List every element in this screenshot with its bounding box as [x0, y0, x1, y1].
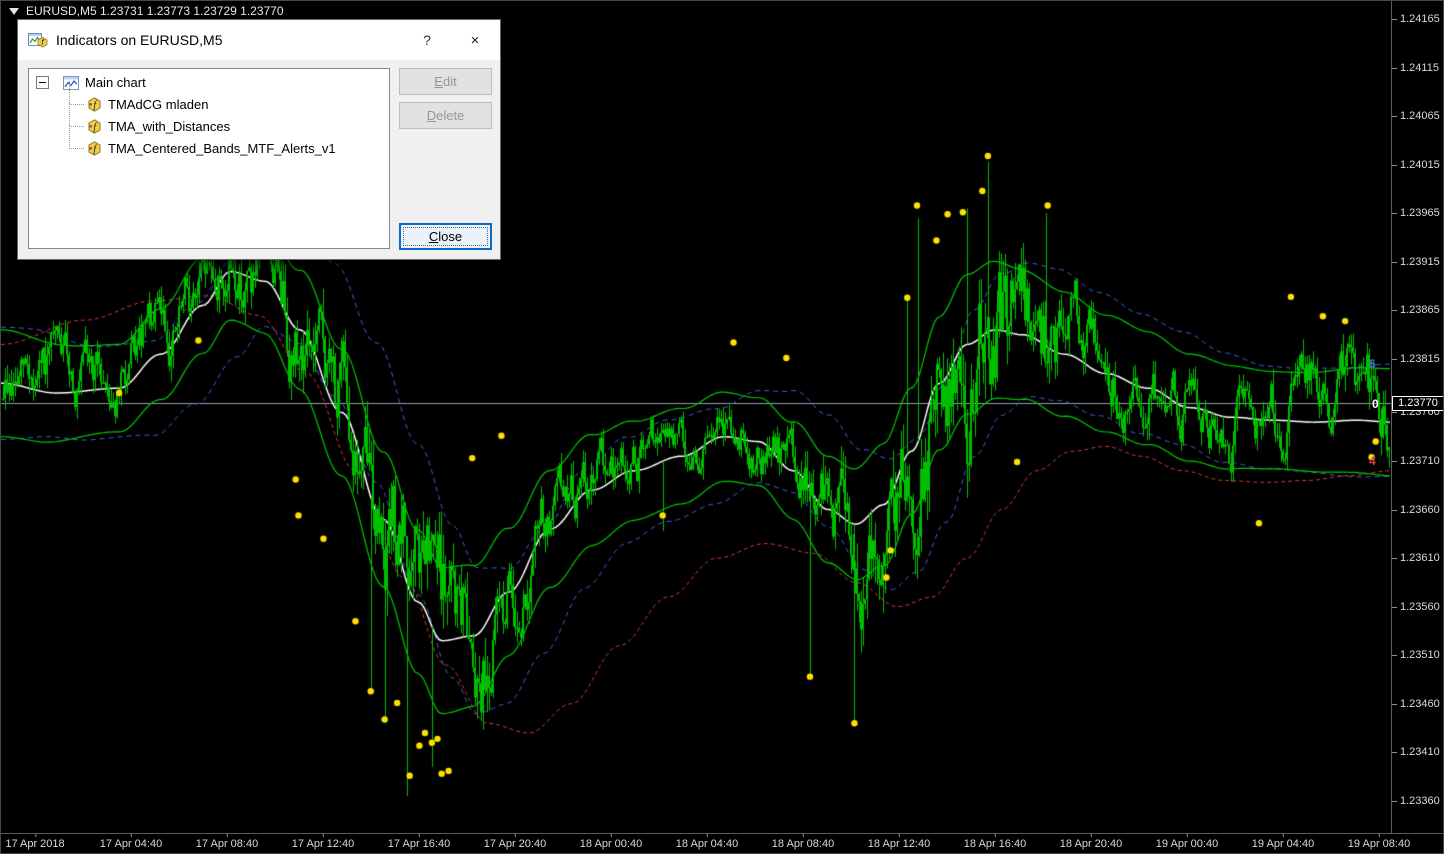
dialog-help-button[interactable]: ? — [414, 32, 440, 48]
custom-indicator-icon: f — [88, 118, 101, 134]
price-axis-label: 1.23660 — [1392, 503, 1440, 516]
indicators-dialog: f Indicators on EURUSD,M5 ? × Main chart — [17, 19, 501, 260]
time-axis-label: 18 Apr 00:40 — [579, 834, 643, 850]
current-price-box: 1.23770 — [1392, 395, 1443, 411]
time-axis-label: 17 Apr 08:40 — [195, 834, 259, 850]
custom-indicator-icon: f — [88, 96, 101, 112]
tree-item-indicator[interactable]: f TMA_Centered_Bands_MTF_Alerts_v1 — [29, 125, 389, 159]
price-axis-label: 1.23610 — [1392, 552, 1440, 565]
price-axis-label: 1.23510 — [1392, 649, 1440, 662]
time-axis-label: 19 Apr 08:40 — [1347, 834, 1411, 850]
edit-button[interactable]: Edit — [399, 68, 492, 95]
delete-button[interactable]: Delete — [399, 102, 492, 129]
price-axis-label: 1.23460 — [1392, 697, 1440, 710]
time-axis-label: 19 Apr 04:40 — [1251, 834, 1315, 850]
mt4-chart-window: EURUSD,M5 1.23731 1.23773 1.23729 1.2377… — [0, 0, 1444, 854]
time-axis-label: 17 Apr 12:40 — [291, 834, 355, 850]
time-axis-label: 18 Apr 12:40 — [867, 834, 931, 850]
indicators-dialog-icon: f — [28, 32, 48, 49]
lower-distance-value: 4 — [1369, 454, 1376, 468]
dialog-title: Indicators on EURUSD,M5 — [56, 32, 223, 48]
price-axis-label: 1.24115 — [1392, 61, 1439, 74]
price-axis-label: 1.23710 — [1392, 455, 1440, 467]
time-axis-label: 18 Apr 08:40 — [771, 834, 835, 850]
chart-shift-marker-icon — [9, 7, 19, 15]
custom-indicator-icon: f — [88, 140, 101, 156]
dialog-title-bar[interactable]: f Indicators on EURUSD,M5 ? × — [18, 20, 500, 60]
price-axis-label: 1.23815 — [1392, 353, 1440, 365]
center-distance-value: 0 — [1372, 397, 1379, 411]
tree-item-label: Main chart — [85, 75, 146, 90]
time-axis-label: 17 Apr 04:40 — [99, 834, 163, 850]
price-axis-label: 1.23360 — [1392, 795, 1440, 807]
price-axis-label: 1.23560 — [1392, 600, 1440, 613]
symbol-ohlc-header: EURUSD,M5 1.23731 1.23773 1.23729 1.2377… — [9, 4, 284, 18]
indicators-list[interactable]: Main chart f TMAdCG mladen f TMA_with_Dista… — [28, 68, 390, 249]
indicator-item-label: TMA_with_Distances — [108, 118, 231, 134]
tree-collapse-toggle-icon[interactable] — [36, 76, 49, 89]
time-axis-label: 17 Apr 16:40 — [387, 834, 451, 850]
indicator-item-label: TMAdCG mladen — [108, 96, 209, 112]
dialog-close-x-button[interactable]: × — [462, 32, 488, 49]
price-axis-label: 1.23410 — [1392, 746, 1440, 759]
price-axis[interactable]: 1.24165 1.24115 1.24065 1.24015 1.23965 1.239… — [1391, 1, 1443, 833]
symbol-ohlc-text: EURUSD,M5 1.23731 1.23773 1.23729 1.2377… — [26, 4, 284, 18]
price-axis-label: 1.23965 — [1392, 207, 1440, 220]
close-button[interactable]: Close — [399, 223, 492, 250]
time-axis[interactable]: 17 Apr 2018 17 Apr 04:40 17 Apr 08:40 17 Ap… — [1, 833, 1443, 853]
time-axis-label: 17 Apr 20:40 — [483, 834, 547, 850]
time-axis-label: 17 Apr 2018 — [5, 834, 65, 850]
upper-distance-value: 5 — [1369, 357, 1376, 371]
price-axis-label: 1.24065 — [1392, 110, 1440, 123]
price-axis-label: 1.24165 — [1392, 13, 1440, 25]
indicator-tree-children: f TMAdCG mladen f TMA_with_Distances f TMA_Ce… — [29, 81, 389, 159]
time-axis-label: 18 Apr 16:40 — [963, 834, 1027, 850]
indicator-item-label: TMA_Centered_Bands_MTF_Alerts_v1 — [108, 140, 336, 156]
time-axis-label: 19 Apr 00:40 — [1155, 834, 1219, 850]
time-axis-label: 18 Apr 04:40 — [675, 834, 739, 850]
price-axis-label: 1.23865 — [1392, 304, 1440, 317]
price-axis-label: 1.24015 — [1392, 158, 1440, 171]
time-axis-label: 18 Apr 20:40 — [1059, 834, 1123, 850]
price-axis-label: 1.23915 — [1392, 255, 1440, 268]
